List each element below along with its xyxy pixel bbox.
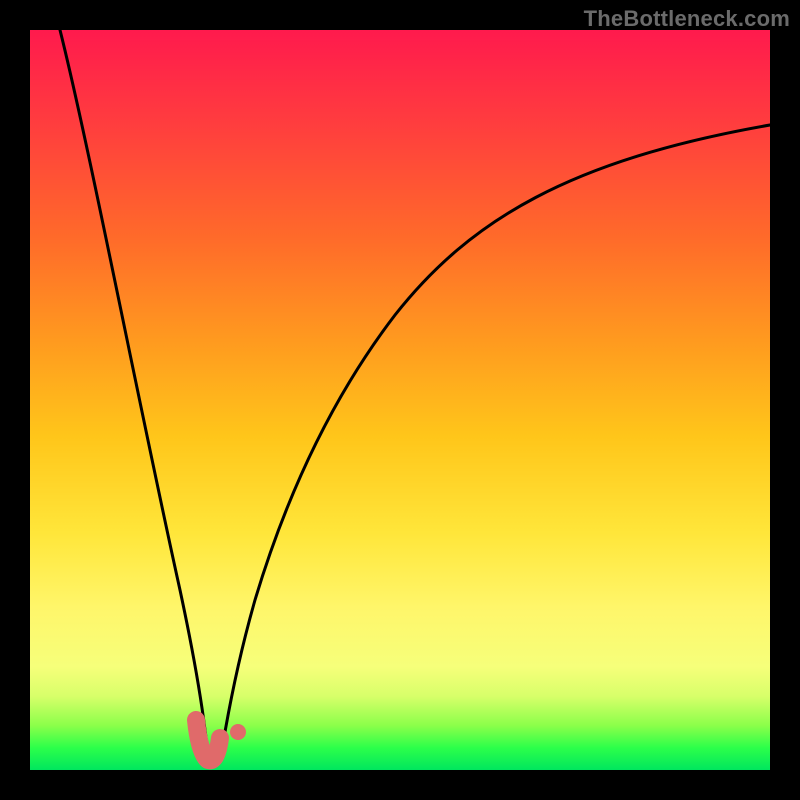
- left-branch-curve: [60, 30, 210, 762]
- highlight-u-marker: [196, 720, 220, 760]
- watermark-text: TheBottleneck.com: [584, 6, 790, 32]
- plot-area: [30, 30, 770, 770]
- curve-layer: [30, 30, 770, 770]
- right-branch-curve: [220, 125, 770, 762]
- chart-frame: TheBottleneck.com: [0, 0, 800, 800]
- highlight-dot-marker: [230, 724, 246, 740]
